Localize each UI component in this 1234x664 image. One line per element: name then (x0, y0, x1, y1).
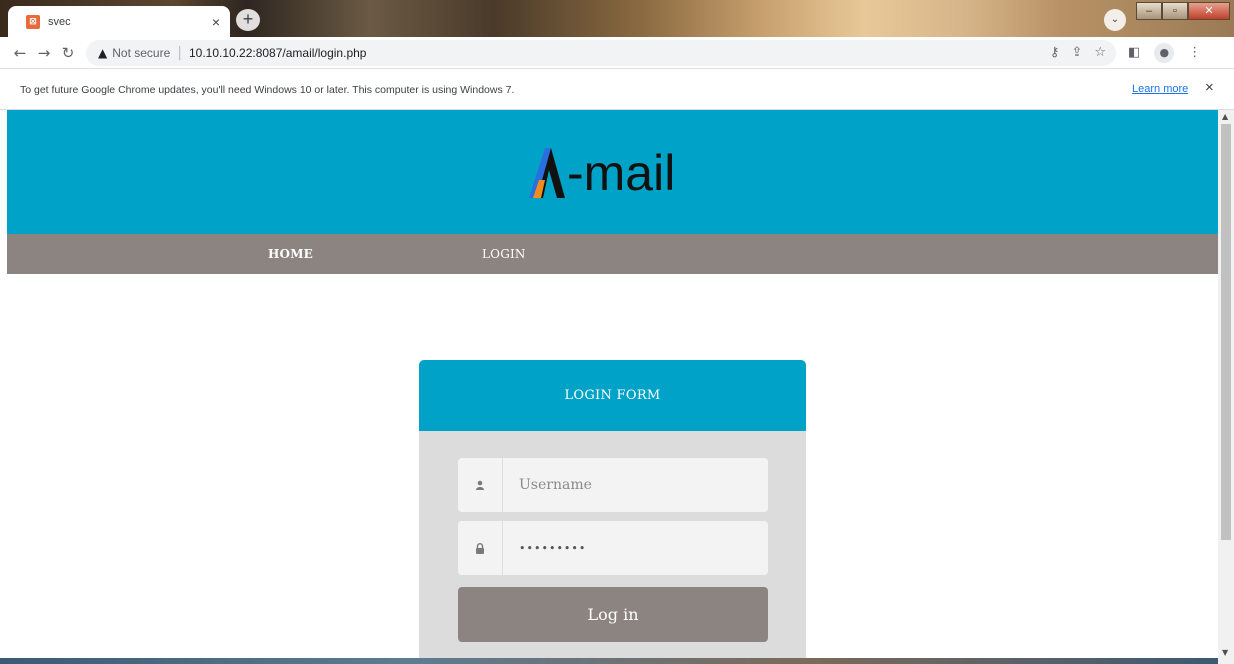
nav-login-link[interactable]: LOGIN (482, 247, 526, 261)
login-form-header: LOGIN FORM (419, 360, 806, 431)
tab-favicon-icon: ⊠ (26, 14, 40, 29)
scroll-down-arrow-icon[interactable]: ▼ (1222, 648, 1228, 657)
infobar-close-icon[interactable]: × (1205, 79, 1214, 96)
key-icon[interactable]: ⚷ (1050, 45, 1060, 60)
new-tab-button[interactable]: + (236, 9, 260, 31)
logo-a-icon: A (529, 148, 565, 198)
toolbar-right: ◧ ● ⋮ (1128, 42, 1201, 63)
tab-title: svec (48, 15, 71, 28)
menu-kebab-icon[interactable]: ⋮ (1188, 45, 1201, 60)
forward-arrow-icon[interactable]: → (32, 44, 56, 62)
infobar-message: To get future Google Chrome updates, you… (20, 83, 515, 96)
omnibox-actions: ⚷ ⇪ ☆ (1050, 45, 1116, 60)
profile-avatar-icon[interactable]: ● (1154, 42, 1175, 63)
nav-home-link[interactable]: HOME (268, 247, 313, 261)
url-text[interactable]: 10.10.10.22:8087/amail/login.php (189, 46, 366, 60)
security-label[interactable]: Not secure (112, 46, 170, 60)
username-field (458, 458, 768, 512)
warning-icon[interactable]: ▲ (98, 46, 107, 60)
scroll-thumb[interactable] (1221, 124, 1231, 540)
login-form-card: LOGIN FORM Log in (419, 360, 806, 664)
site-nav: HOME LOGIN (7, 234, 1218, 274)
url-separator: | (177, 44, 182, 61)
user-icon (458, 458, 503, 512)
browser-tab[interactable]: ⊠ svec × (8, 6, 230, 37)
password-field (458, 521, 768, 575)
share-icon[interactable]: ⇪ (1071, 45, 1082, 60)
side-panel-icon[interactable]: ◧ (1128, 45, 1140, 60)
minimize-icon[interactable]: – (1136, 2, 1162, 20)
login-form-title: LOGIN FORM (564, 388, 661, 403)
login-button[interactable]: Log in (458, 587, 768, 642)
tab-close-icon[interactable]: × (212, 14, 220, 30)
browser-toolbar: ← → ↻ ▲ Not secure | 10.10.10.22:8087/am… (0, 37, 1234, 69)
tab-search-icon[interactable]: ⌄ (1104, 9, 1126, 31)
window-close-icon[interactable]: ✕ (1188, 2, 1230, 20)
browser-titlebar: ⊠ svec × + ⌄ – ▫ ✕ (0, 0, 1234, 37)
update-infobar: To get future Google Chrome updates, you… (0, 70, 1234, 110)
address-bar[interactable]: ▲ Not secure | 10.10.10.22:8087/amail/lo… (86, 39, 1116, 66)
scroll-up-arrow-icon[interactable]: ▲ (1222, 112, 1228, 121)
logo-text: -mail (567, 145, 676, 201)
password-input[interactable] (503, 521, 768, 575)
back-arrow-icon[interactable]: ← (8, 44, 32, 62)
site-header: A -mail (7, 110, 1218, 234)
page-scrollbar[interactable]: ▲ ▼ (1218, 110, 1234, 664)
taskbar-edge (0, 658, 1218, 664)
svg-text:A: A (529, 148, 530, 149)
site-logo[interactable]: A -mail (529, 138, 675, 198)
reload-icon[interactable]: ↻ (56, 44, 80, 62)
username-input[interactable] (503, 458, 768, 512)
lock-icon (458, 521, 503, 575)
maximize-icon[interactable]: ▫ (1162, 2, 1188, 20)
window-controls: – ▫ ✕ (1136, 2, 1230, 20)
page-viewport: A -mail HOME LOGIN LOGIN FORM Log in ▲ ▼ (0, 110, 1234, 664)
bookmark-star-icon[interactable]: ☆ (1094, 45, 1106, 60)
learn-more-link[interactable]: Learn more (1132, 83, 1188, 95)
